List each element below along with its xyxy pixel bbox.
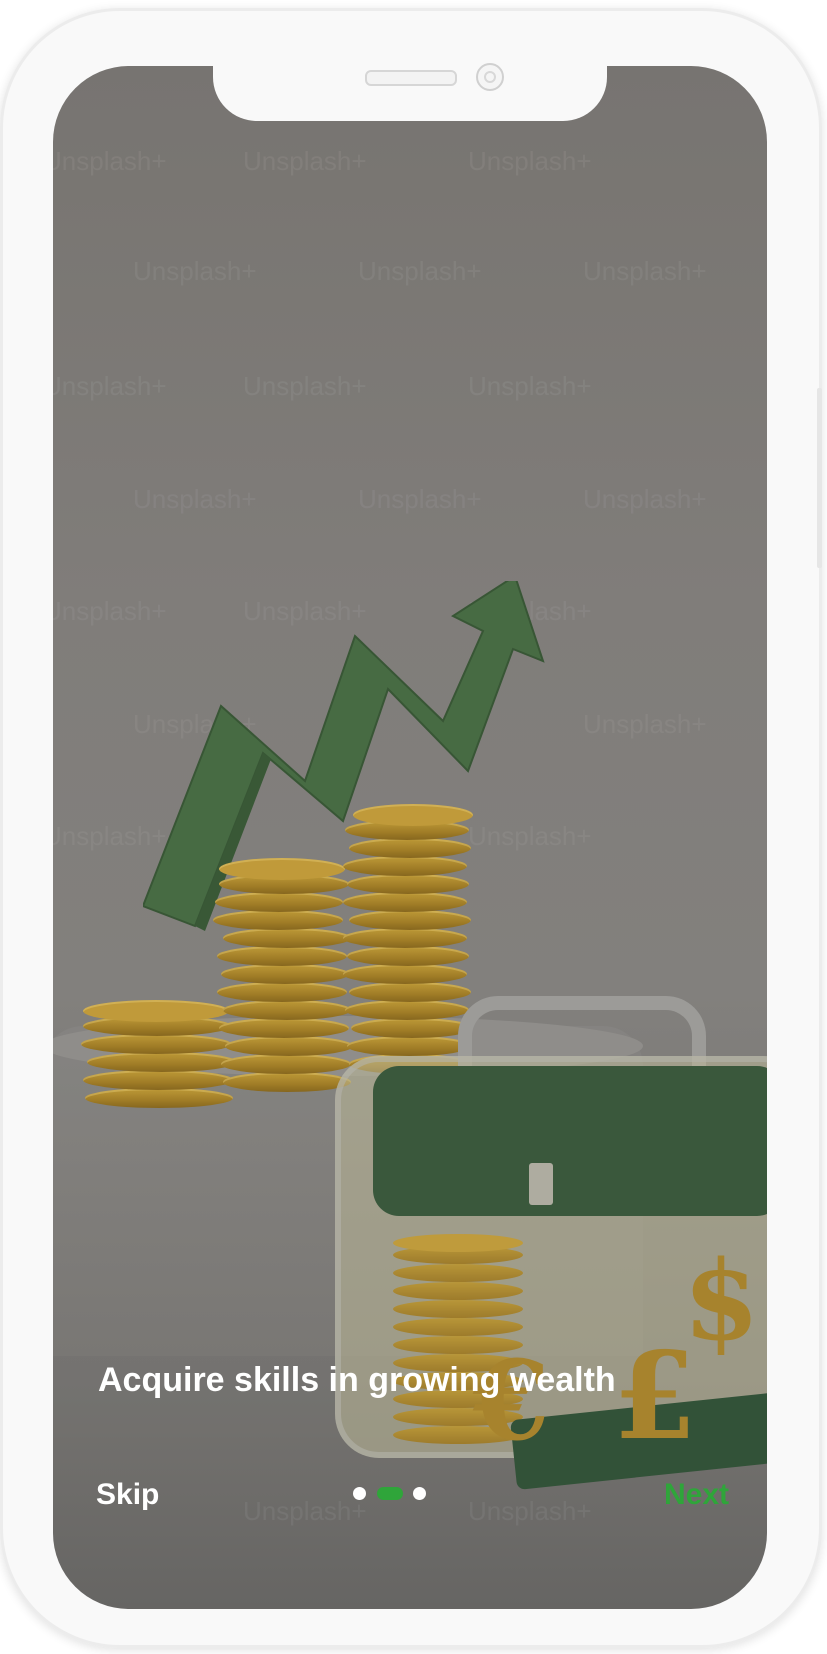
page-indicator	[353, 1486, 483, 1502]
skip-button[interactable]: Skip	[96, 1478, 159, 1512]
onboarding-screen: Unsplash+ Unsplash+ Unsplash+ Unsplash+ …	[53, 66, 767, 1609]
page-dot-1[interactable]	[353, 1487, 366, 1500]
device-frame: Unsplash+ Unsplash+ Unsplash+ Unsplash+ …	[0, 8, 822, 1648]
front-camera-icon	[476, 63, 504, 91]
device-side-button	[817, 388, 822, 568]
onboarding-headline: Acquire skills in growing wealth	[98, 1361, 616, 1399]
page-dot-2-active[interactable]	[377, 1487, 403, 1500]
speaker-grille-icon	[365, 70, 457, 86]
page-dot-3[interactable]	[413, 1487, 426, 1500]
next-button[interactable]: Next	[664, 1478, 729, 1512]
